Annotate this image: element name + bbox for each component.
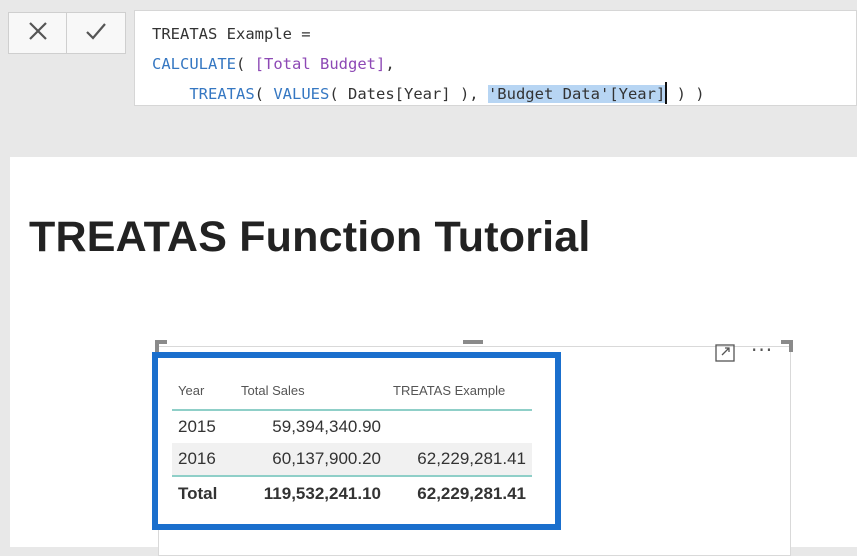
formula-line-2: CALCULATE( [Total Budget], [152,55,395,73]
column-header-total-sales[interactable]: Total Sales [229,371,387,411]
table-cell: 2015 [178,417,216,436]
focus-mode-icon[interactable] [715,344,735,367]
data-table: Year Total Sales TREATAS Example 2015 59… [172,371,532,510]
formula-line-1: TREATAS Example = [152,25,311,43]
formula-line-3: TREATAS( VALUES( Dates[Year] ), 'Budget … [152,79,856,109]
column-header-treatas-example[interactable]: TREATAS Example [387,371,532,411]
table-row: 2015 59,394,340.90 [172,410,532,443]
close-icon [25,18,51,48]
commit-formula-button[interactable] [66,12,126,54]
column-header-year[interactable]: Year [172,371,229,411]
treatas-function: TREATAS [189,85,255,103]
table-cell: 62,229,281.41 [387,443,532,476]
table-cell [387,410,532,443]
check-icon [83,18,109,48]
values-function: VALUES [273,85,330,103]
highlight-box: Year Total Sales TREATAS Example 2015 59… [152,352,561,530]
selected-text: 'Budget Data'[Year] [487,85,666,103]
calculate-function: CALCULATE [152,55,236,73]
table-cell: 60,137,900.20 [229,443,387,476]
report-canvas: TREATAS Function Tutorial ··· Year Total… [10,157,857,556]
table-cell: 119,532,241.10 [229,475,387,510]
measure-reference: [Total Budget] [254,55,386,73]
resize-handle-top-middle[interactable] [463,340,483,344]
formula-editor[interactable]: TREATAS Example = CALCULATE( [Total Budg… [134,10,857,106]
table-row: 2016 60,137,900.20 62,229,281.41 [172,443,532,476]
resize-handle-top-left[interactable] [155,340,159,352]
table-cell: 62,229,281.41 [387,475,532,510]
table-cell: 59,394,340.90 [272,417,381,436]
resize-handle-top-right[interactable] [789,340,793,352]
table-cell: 2016 [172,443,229,476]
more-options-icon[interactable]: ··· [751,338,773,362]
table-cell: Total [172,475,229,510]
cancel-formula-button[interactable] [8,12,67,54]
total-row: Total 119,532,241.10 62,229,281.41 [172,475,532,510]
page-title: TREATAS Function Tutorial [29,213,591,261]
